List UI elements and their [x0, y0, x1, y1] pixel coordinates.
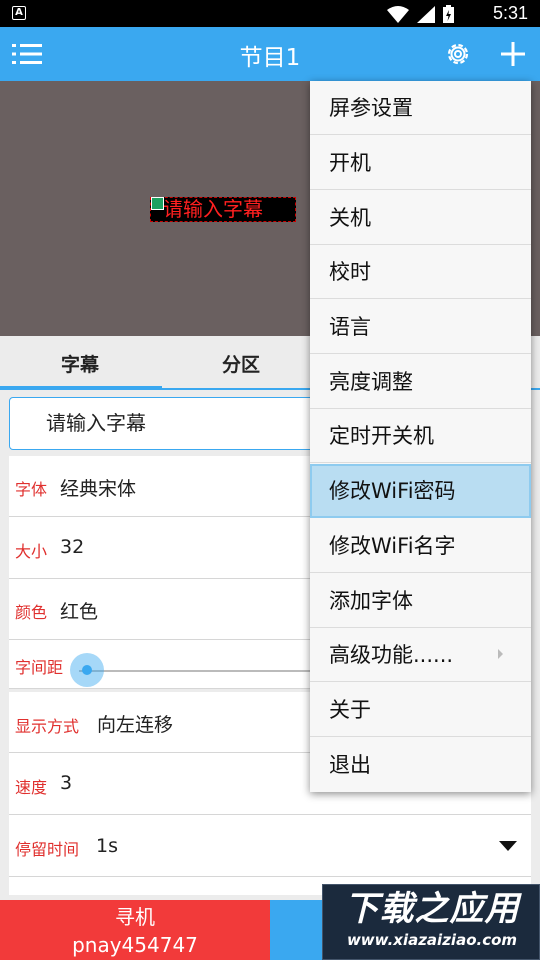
status-bar: A 5:31	[0, 0, 540, 27]
watermark-url: www.xiazaiziao.com	[346, 931, 518, 949]
marquee-drag-handle[interactable]	[151, 197, 164, 210]
dwell-time-label: 停留时间	[15, 840, 80, 859]
spacing-label: 字间距	[15, 658, 64, 677]
signal-icon	[417, 5, 435, 23]
menu-item-add-font[interactable]: 添加字体	[310, 574, 531, 628]
display-mode-value: 向左连移	[97, 714, 174, 736]
menu-item-sync-time[interactable]: 校时	[310, 245, 531, 299]
status-icons	[387, 5, 454, 23]
watermark-title: 下载之应用	[344, 889, 520, 929]
menu-item-language[interactable]: 语言	[310, 300, 531, 354]
clock: 5:31	[492, 3, 528, 23]
submenu-arrow-icon	[498, 649, 503, 659]
menu-item-brightness[interactable]: 亮度调整	[310, 355, 531, 409]
color-label: 颜色	[15, 603, 48, 622]
find-device-button[interactable]: 寻机 pnay454747	[0, 900, 270, 960]
menu-item-power-off[interactable]: 关机	[310, 191, 531, 245]
tab-active-indicator	[0, 386, 162, 390]
notification-app-icon: A	[12, 6, 26, 20]
battery-icon	[443, 5, 454, 23]
device-id: pnay454747	[72, 933, 198, 957]
add-icon[interactable]	[498, 39, 528, 69]
menu-item-screen-params[interactable]: 屏参设置	[310, 81, 531, 135]
menu-item-advanced[interactable]: 高级功能......	[310, 628, 531, 682]
marquee-text[interactable]: 请输入字幕	[150, 197, 296, 222]
spacing-slider-thumb[interactable]	[70, 653, 104, 687]
menu-item-about[interactable]: 关于	[310, 683, 531, 737]
site-watermark: 下载之应用 www.xiazaiziao.com	[322, 884, 540, 960]
spacing-slider-track[interactable]	[79, 670, 319, 672]
menu-item-change-wifi-password[interactable]: 修改WiFi密码	[310, 464, 531, 518]
font-value: 经典宋体	[60, 478, 137, 500]
speed-label: 速度	[15, 778, 48, 797]
overflow-menu: 屏参设置 开机 关机 校时 语言 亮度调整 定时开关机 修改WiFi密码 修改W…	[310, 81, 531, 792]
display-mode-label: 显示方式	[15, 717, 80, 736]
wifi-icon	[387, 5, 409, 23]
dwell-time-row[interactable]: 停留时间 1s	[9, 815, 531, 877]
menu-item-timer-power[interactable]: 定时开关机	[310, 409, 531, 463]
size-label: 大小	[15, 542, 48, 561]
color-value: 红色	[60, 601, 99, 623]
menu-item-advanced-label: 高级功能......	[329, 643, 454, 667]
menu-item-exit[interactable]: 退出	[310, 738, 531, 792]
chevron-down-icon[interactable]	[499, 841, 517, 851]
app-bar: 节目1	[0, 27, 540, 81]
tab-caption[interactable]: 字幕	[61, 350, 99, 377]
menu-item-change-wifi-name[interactable]: 修改WiFi名字	[310, 519, 531, 573]
dwell-time-value: 1s	[96, 835, 118, 857]
find-device-label: 寻机	[115, 905, 155, 929]
menu-item-power-on[interactable]: 开机	[310, 136, 531, 190]
font-label: 字体	[15, 480, 48, 499]
gear-icon[interactable]	[444, 40, 472, 68]
tab-partition[interactable]: 分区	[222, 350, 260, 377]
size-value: 32	[60, 536, 85, 558]
speed-value: 3	[60, 772, 73, 794]
